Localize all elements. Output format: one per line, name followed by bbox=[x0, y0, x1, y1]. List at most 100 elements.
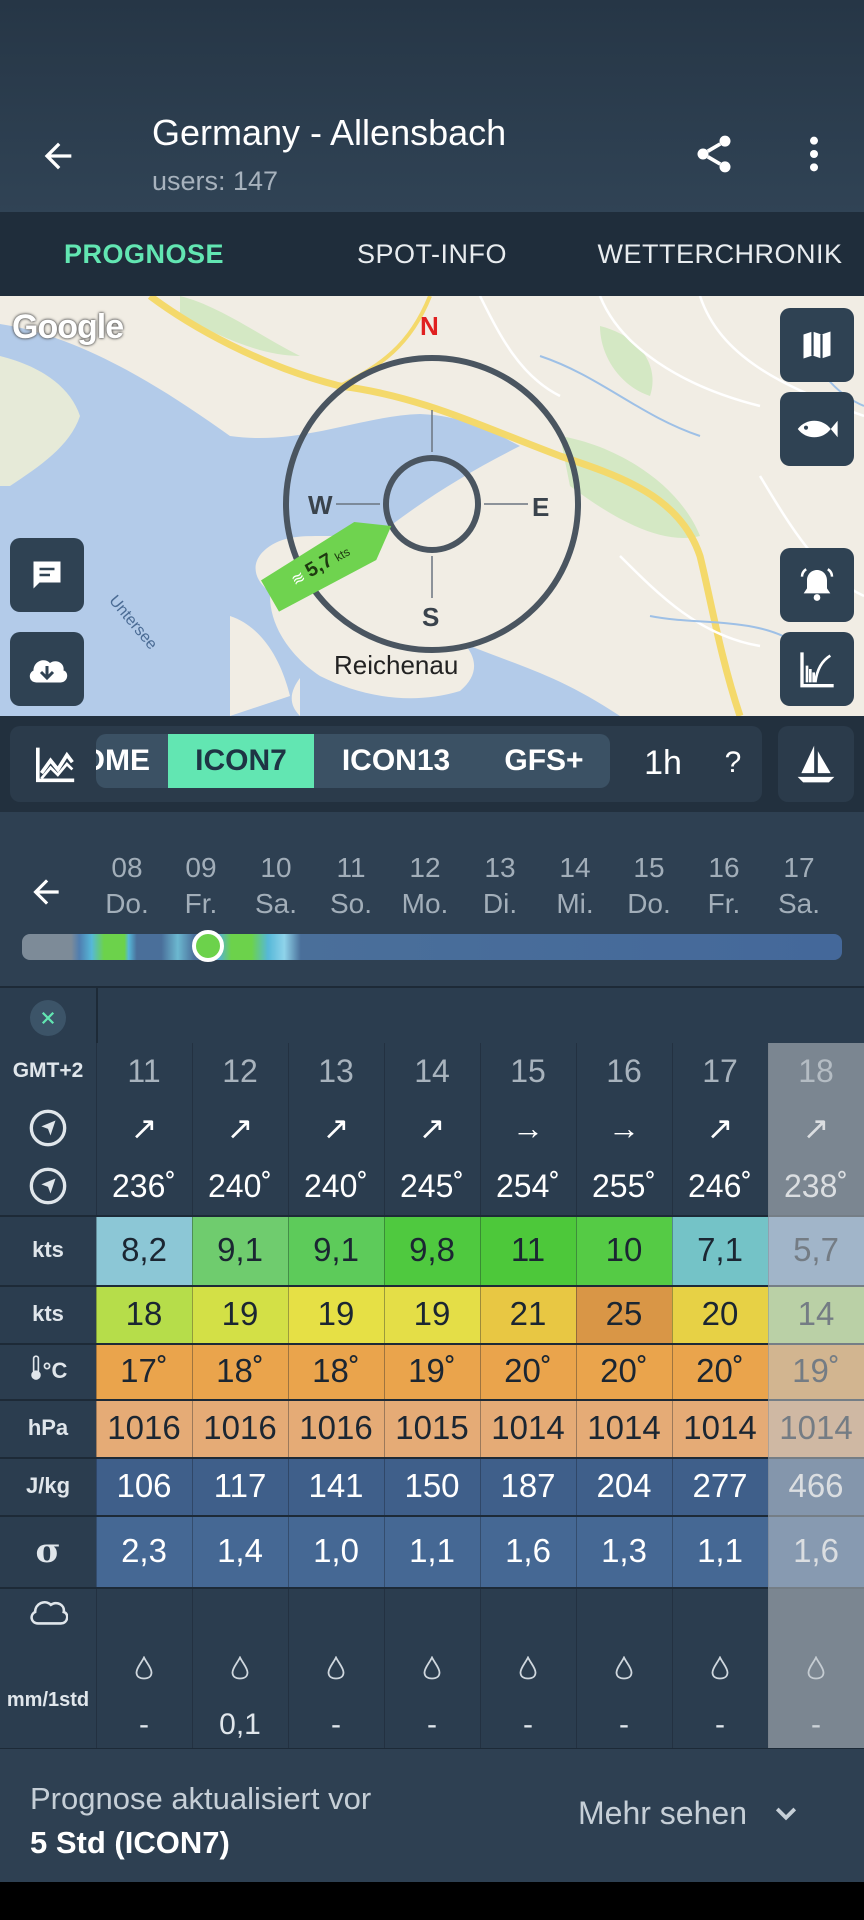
model-tabs: OME ICON7 ICON13 GFS+ bbox=[96, 734, 610, 788]
fish-icon bbox=[797, 420, 838, 438]
gust-label: kts bbox=[32, 1301, 64, 1326]
precipitation-row: mm/1std -0,1- - - - - - bbox=[0, 1587, 864, 1748]
fishing-button[interactable] bbox=[780, 392, 854, 466]
direction-degree-cell: 236˚ bbox=[96, 1157, 192, 1215]
wind-row: kts 8,2 9,1 9,1 9,8 11 10 7,1 5,7 bbox=[0, 1215, 864, 1285]
day-item[interactable]: 15 Do. bbox=[614, 852, 684, 920]
wind-alert-button[interactable] bbox=[780, 548, 854, 622]
hour-cell: 14 bbox=[384, 1043, 480, 1099]
model-gfs[interactable]: GFS+ bbox=[478, 734, 610, 788]
comments-button[interactable] bbox=[10, 538, 84, 612]
share-icon bbox=[697, 135, 731, 173]
model-selector-bar: OME ICON7 ICON13 GFS+ 1h ? bbox=[0, 716, 864, 812]
day-item[interactable]: 12 Mo. bbox=[390, 852, 460, 920]
sigma-cell: 1,6 bbox=[480, 1515, 576, 1587]
sigma-cell: 1,1 bbox=[672, 1515, 768, 1587]
tab-spot-info[interactable]: SPOT-INFO bbox=[288, 212, 576, 296]
back-button[interactable] bbox=[30, 128, 86, 184]
direction-degree-cell: 255˚ bbox=[576, 1157, 672, 1215]
raindrop-icon bbox=[327, 1650, 345, 1688]
day-item[interactable]: 13 Di. bbox=[465, 852, 535, 920]
overflow-menu-button[interactable] bbox=[784, 124, 844, 184]
cape-cell: 106 bbox=[96, 1457, 192, 1515]
pressure-cell: 1015 bbox=[384, 1399, 480, 1457]
day-item[interactable]: 11 So. bbox=[316, 852, 386, 920]
day-item[interactable]: 16 Fr. bbox=[689, 852, 759, 920]
share-button[interactable] bbox=[684, 124, 744, 184]
direction-degree-cell: 254˚ bbox=[480, 1157, 576, 1215]
compass-north: N bbox=[420, 311, 439, 341]
update-label: Prognose aktualisiert vor bbox=[30, 1781, 372, 1816]
cape-cell: 150 bbox=[384, 1457, 480, 1515]
gust-cell: 14 bbox=[768, 1285, 864, 1343]
cape-row: J/kg 106 117 141 150 187 204 277 466 bbox=[0, 1457, 864, 1515]
direction-arrow-cell: → bbox=[480, 1099, 576, 1157]
temperature-cell: 19˚ bbox=[768, 1343, 864, 1399]
tide-button[interactable] bbox=[780, 632, 854, 706]
model-icon7[interactable]: ICON7 bbox=[168, 734, 314, 788]
interval-toggle[interactable]: 1h bbox=[628, 736, 698, 790]
precipitation-cell: - bbox=[480, 1587, 576, 1748]
chart-view-button[interactable] bbox=[26, 740, 86, 788]
update-footer: Prognose aktualisiert vor 5 Std (ICON7) … bbox=[0, 1748, 864, 1882]
cloud-icon bbox=[28, 1597, 69, 1633]
column-divider bbox=[480, 1043, 481, 1748]
direction-degree-cell: 240˚ bbox=[192, 1157, 288, 1215]
gust-row: kts 18 19 19 19 21 25 20 14 bbox=[0, 1285, 864, 1343]
direction-degree-cell: 240˚ bbox=[288, 1157, 384, 1215]
gust-cell: 19 bbox=[384, 1285, 480, 1343]
see-more-button[interactable]: Mehr sehen bbox=[578, 1795, 801, 1832]
timeline-handle[interactable] bbox=[192, 930, 224, 962]
day-item[interactable]: 08 Do. bbox=[92, 852, 162, 920]
wave-chart-icon bbox=[800, 652, 834, 688]
arrow-left-icon bbox=[33, 879, 59, 905]
row-divider bbox=[0, 1515, 864, 1517]
column-divider bbox=[768, 1043, 769, 1748]
day-item[interactable]: 10 Sa. bbox=[241, 852, 311, 920]
precipitation-cell: - bbox=[576, 1587, 672, 1748]
cape-cell: 204 bbox=[576, 1457, 672, 1515]
raindrop-icon bbox=[807, 1650, 825, 1688]
raindrop-icon bbox=[711, 1650, 729, 1688]
precip-unit-label: mm/1std bbox=[6, 1689, 90, 1711]
pressure-cell: 1014 bbox=[672, 1399, 768, 1457]
tab-prognose[interactable]: PROGNOSE bbox=[0, 212, 288, 296]
hour-row: GMT+2 11 12 13 14 15 16 17 18 bbox=[0, 1043, 864, 1099]
model-icon13[interactable]: ICON13 bbox=[314, 734, 478, 788]
spot-map[interactable]: Google N E S W ≋ 5,7 kts Reichenau Unter… bbox=[0, 296, 864, 716]
sigma-cell: 1,6 bbox=[768, 1515, 864, 1587]
row-divider bbox=[0, 1457, 864, 1459]
direction-degree-row: 236˚ 240˚ 240˚ 245˚ 254˚ 255˚ 246˚ 238˚ bbox=[0, 1157, 864, 1215]
cape-label: J/kg bbox=[25, 1473, 71, 1498]
map-icon bbox=[803, 331, 831, 359]
model-ome[interactable]: OME bbox=[96, 734, 168, 788]
day-item[interactable]: 09 Fr. bbox=[166, 852, 236, 920]
sailing-button[interactable] bbox=[778, 726, 854, 802]
app-header: Germany - Allensbach users: 147 bbox=[0, 0, 864, 212]
day-item[interactable]: 17 Sa. bbox=[764, 852, 834, 920]
forecast-timeline[interactable] bbox=[22, 934, 842, 960]
wind-cell: 8,2 bbox=[96, 1215, 192, 1285]
row-divider bbox=[0, 1285, 864, 1287]
days-back-button[interactable] bbox=[20, 866, 72, 918]
gust-cell: 20 bbox=[672, 1285, 768, 1343]
raindrop-icon bbox=[135, 1650, 153, 1688]
close-table-button[interactable] bbox=[30, 1000, 66, 1036]
map-layers-button[interactable] bbox=[780, 308, 854, 382]
temperature-row: °C 17˚ 18˚ 18˚ 19˚ 20˚ 20˚ 20˚ 19˚ bbox=[0, 1343, 864, 1399]
pressure-label: hPa bbox=[27, 1415, 69, 1440]
sigma-cell: 2,3 bbox=[96, 1515, 192, 1587]
users-count: users: 147 bbox=[152, 166, 279, 196]
arrow-left-icon bbox=[44, 142, 72, 170]
help-button[interactable]: ? bbox=[706, 736, 760, 790]
compass-south: S bbox=[422, 602, 440, 632]
direction-degree-cell: 245˚ bbox=[384, 1157, 480, 1215]
download-button[interactable] bbox=[10, 632, 84, 706]
close-icon bbox=[41, 1011, 55, 1025]
tab-wetterchronik[interactable]: WETTERCHRONIK bbox=[576, 212, 864, 296]
model-toolbar: OME ICON7 ICON13 GFS+ 1h ? bbox=[10, 726, 762, 802]
column-divider bbox=[96, 1043, 97, 1748]
day-item[interactable]: 14 Mi. bbox=[540, 852, 610, 920]
cape-cell: 277 bbox=[672, 1457, 768, 1515]
raindrop-icon bbox=[519, 1650, 537, 1688]
